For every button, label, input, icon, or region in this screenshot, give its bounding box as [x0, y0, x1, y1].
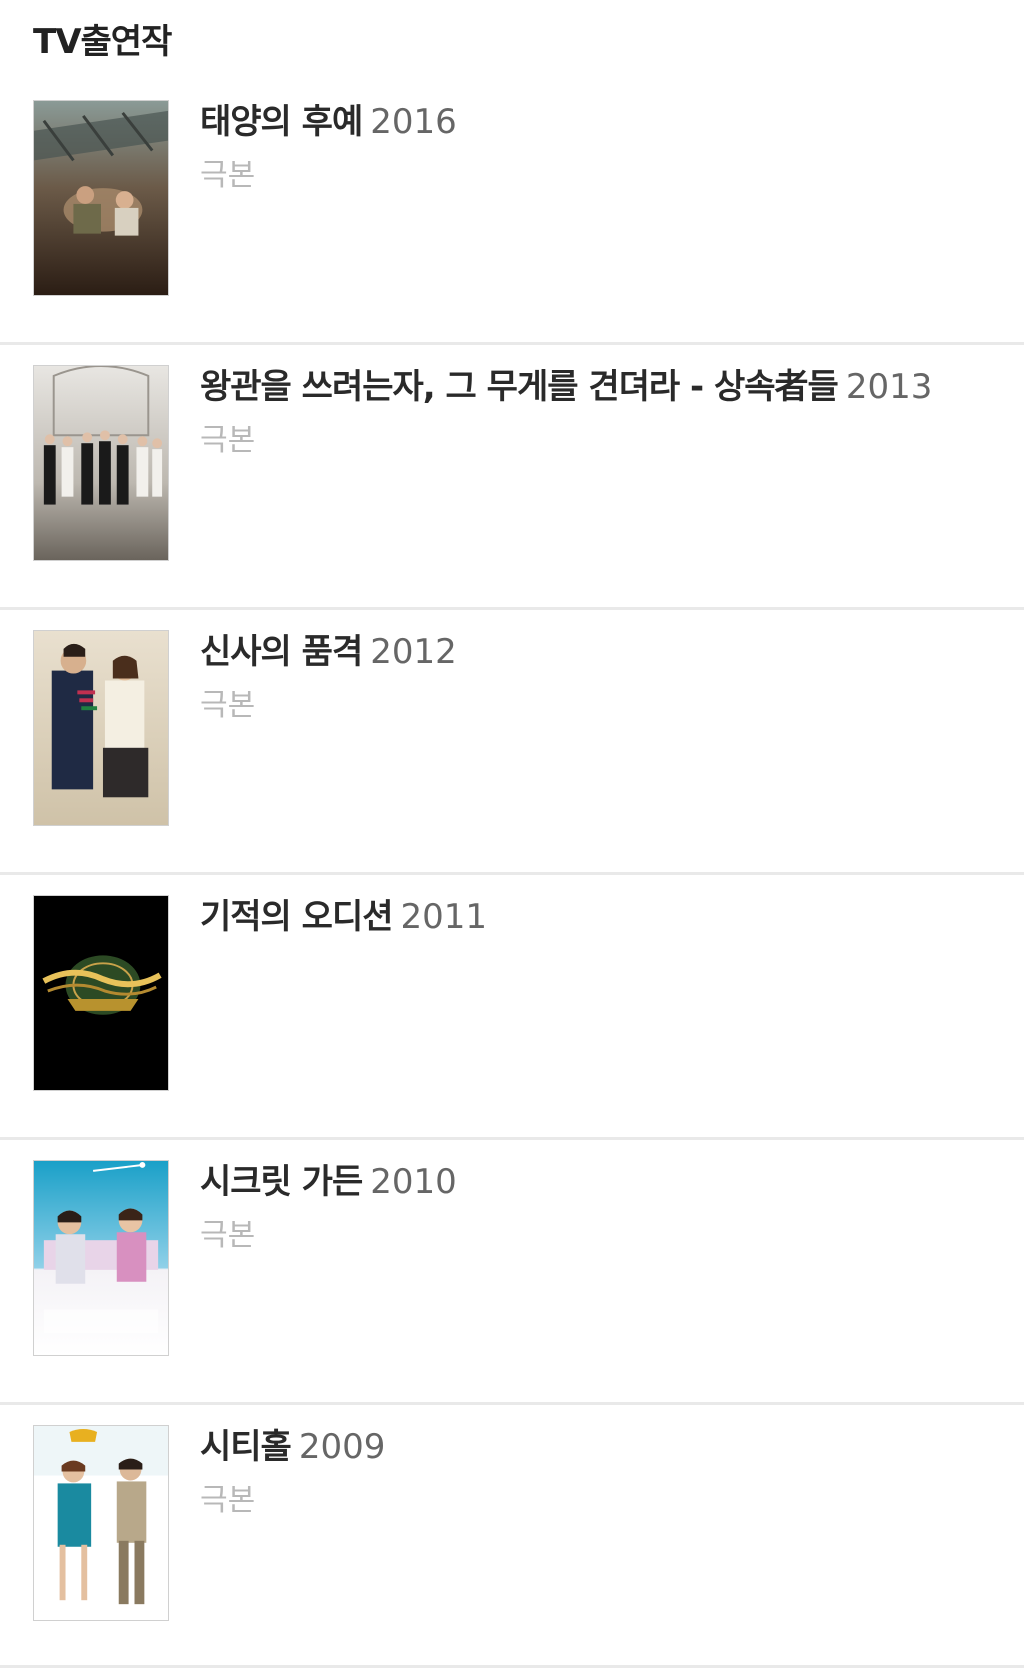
work-role: 극본	[200, 158, 256, 193]
title-line: 시크릿 가든 2010	[200, 1160, 1004, 1210]
item-info: 신사의 품격 2012 극본	[200, 630, 1004, 728]
poster-graphic	[34, 1161, 168, 1355]
work-role: 극본	[200, 423, 256, 458]
title-line: 태양의 후예 2016	[200, 100, 1004, 150]
poster-graphic	[34, 631, 168, 825]
title-line: 신사의 품격 2012	[200, 630, 1004, 680]
item-info: 태양의 후예 2016 극본	[200, 100, 1004, 198]
poster-image[interactable]	[33, 895, 169, 1091]
list-item[interactable]: 신사의 품격 2012 극본	[0, 610, 1024, 875]
work-role: 극본	[200, 1218, 256, 1253]
work-year: 2010	[370, 1162, 457, 1202]
list-item[interactable]: 기적의 오디션 2011	[0, 875, 1024, 1140]
work-title[interactable]: 왕관을 쓰려는자, 그 무게를 견뎌라 - 상속者들	[200, 367, 839, 407]
title-line: 기적의 오디션 2011	[200, 895, 1004, 945]
filmography-page: TV출연작 태양의 후예 2016 극본 왕관을 쓰려는자, 그 무게를 견뎌라…	[0, 0, 1024, 1679]
poster-image[interactable]	[33, 630, 169, 826]
item-info: 시크릿 가든 2010 극본	[200, 1160, 1004, 1258]
work-year: 2011	[400, 897, 488, 937]
item-info: 시티홀 2009 극본	[200, 1425, 1004, 1523]
list-item[interactable]: 시크릿 가든 2010 극본	[0, 1140, 1024, 1405]
poster-graphic	[34, 101, 168, 295]
work-role: 극본	[200, 688, 256, 723]
poster-image[interactable]	[33, 365, 169, 561]
poster-image[interactable]	[33, 100, 169, 296]
title-line: 시티홀 2009	[200, 1425, 1004, 1475]
work-role: 극본	[200, 1483, 256, 1518]
work-title[interactable]: 태양의 후예	[200, 102, 363, 142]
work-title[interactable]: 기적의 오디션	[200, 897, 394, 937]
work-year: 2013	[845, 367, 933, 407]
work-year: 2009	[298, 1427, 386, 1467]
work-year: 2016	[370, 102, 457, 142]
section-title: TV출연작	[33, 22, 172, 62]
work-year: 2012	[370, 632, 457, 672]
poster-image[interactable]	[33, 1160, 169, 1356]
tv-works-list: 태양의 후예 2016 극본 왕관을 쓰려는자, 그 무게를 견뎌라 - 상속者…	[0, 80, 1024, 1668]
poster-image[interactable]	[33, 1425, 169, 1621]
item-info: 기적의 오디션 2011	[200, 895, 1004, 949]
list-item[interactable]: 시티홀 2009 극본	[0, 1405, 1024, 1668]
list-item[interactable]: 왕관을 쓰려는자, 그 무게를 견뎌라 - 상속者들 2013 극본	[0, 345, 1024, 610]
work-title[interactable]: 시티홀	[200, 1427, 292, 1467]
poster-graphic	[34, 366, 168, 560]
work-title[interactable]: 신사의 품격	[200, 632, 363, 672]
list-item[interactable]: 태양의 후예 2016 극본	[0, 80, 1024, 345]
poster-graphic	[34, 896, 168, 1090]
title-line: 왕관을 쓰려는자, 그 무게를 견뎌라 - 상속者들 2013	[200, 365, 1004, 415]
work-title[interactable]: 시크릿 가든	[200, 1162, 363, 1202]
poster-graphic	[34, 1426, 168, 1620]
item-info: 왕관을 쓰려는자, 그 무게를 견뎌라 - 상속者들 2013 극본	[200, 365, 1004, 463]
